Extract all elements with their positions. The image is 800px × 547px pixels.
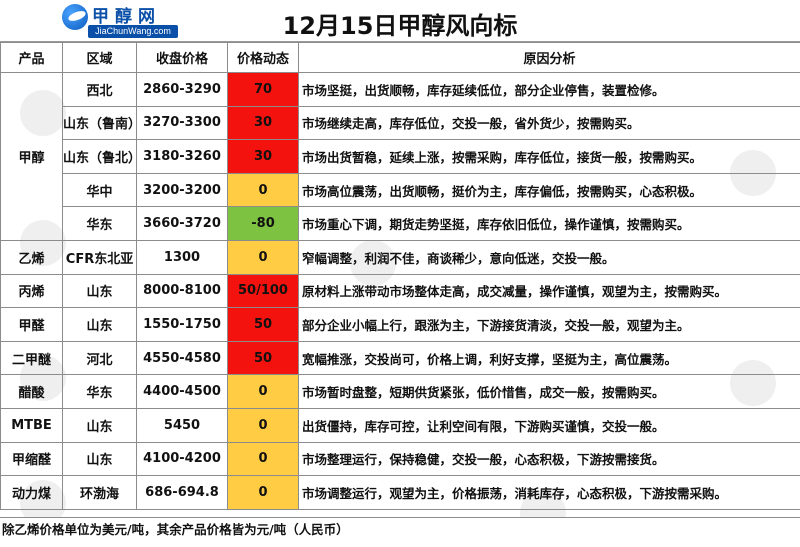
reason-cell: 市场出货暂稳，延续上涨，按需采购，库存低位，接货一般，按需购买。 [298,139,800,174]
price-cell: 3200-3200 [136,172,228,208]
region-cell: 环渤海 [62,475,137,510]
table-row: 丙烯 山东 8000-8100 50/100 原材料上涨带动市场整体走高，成交减… [0,273,800,309]
change-cell: 0 [227,374,299,409]
price-cell: 4100-4200 [136,441,228,477]
region-cell: 山东（鲁北） [62,139,137,174]
product-cell: 动力煤 [0,475,63,510]
product-cell: MTBE [0,407,63,443]
price-cell: 5450 [136,407,228,443]
reason-cell: 宽幅推涨，交投尚可，价格上调，利好支撑，坚挺为主，高位震荡。 [298,340,800,376]
reason-cell: 原材料上涨带动市场整体走高，成交减量，操作谨慎，观望为主，按需购买。 [298,273,800,309]
table-row: 华中 3200-3200 0 市场高位震荡，出货顺畅，挺价为主，库存偏低，按需购… [1,172,800,208]
table-row: 甲醛 山东 1550-1750 50 部分企业小幅上行，跟涨为主，下游接货清淡，… [0,307,800,342]
reason-cell: 市场重心下调，期货走势坚挺，库存依旧低位，操作谨慎，按需购买。 [298,206,800,241]
column-header-reason: 原因分析 [298,42,800,73]
reason-cell: 市场坚挺，出货顺畅，库存延续低位，部分企业停售，装置检修。 [298,72,800,107]
table-row: 甲缩醛 山东 4100-4200 0 市场整理运行，保持稳健，交投一般，心态积极… [0,441,800,477]
product-cell: 甲缩醛 [0,441,63,477]
change-cell: 30 [227,139,299,174]
region-cell: 华东 [62,374,137,409]
price-cell: 4550-4580 [136,340,228,376]
price-cell: 4400-4500 [136,374,228,409]
reason-cell: 市场继续走高，库存低位，交投一般，省外货少，按需购买。 [298,105,800,141]
price-cell: 3660-3720 [136,206,228,241]
reason-cell: 出货僵持，库存可控，让利空间有限，下游购买谨慎，交投一般。 [298,407,800,443]
table-row: 乙烯 CFR东北亚 1300 0 窄幅调整，利润不佳，商谈稀少，意向低迷，交投一… [0,239,800,275]
table-row: 动力煤 环渤海 686-694.8 0 市场调整运行，观望为主，价格振荡，消耗库… [0,475,800,510]
price-cell: 686-694.8 [136,475,228,510]
change-cell: 50 [227,307,299,342]
reason-cell: 市场暂时盘整，短期供货紧张，低价惜售，成交一般，按需购买。 [298,374,800,409]
column-header-price: 收盘价格 [136,42,228,73]
reason-cell: 市场整理运行，保持稳健，交投一般，心态积极，下游按需接货。 [298,441,800,477]
change-cell: 0 [227,441,299,477]
region-cell: 山东 [62,307,137,342]
table-header-row: 产品 区域 收盘价格 价格动态 原因分析 [0,42,800,73]
region-cell: 山东 [62,441,137,477]
price-cell: 2860-3290 [136,72,228,107]
page-title: 12月15日甲醇风向标 [282,12,518,40]
unit-footnote: 除乙烯价格单位为美元/吨，其余产品价格皆为元/吨（人民币） [0,517,800,547]
change-cell: 50 [227,340,299,376]
page-header: 甲醇网 JiaChunWang.com 12月15日甲醇风向标 [0,0,800,42]
product-cell: 乙烯 [0,239,63,275]
table-row: 华东 3660-3720 -80 市场重心下调，期货走势坚挺，库存依旧低位，操作… [1,206,800,241]
change-cell: 0 [227,239,299,275]
price-cell: 8000-8100 [136,273,228,309]
change-cell: 50/100 [227,273,299,309]
change-cell: 0 [227,475,299,510]
region-cell: 山东 [62,273,137,309]
price-cell: 3180-3260 [136,139,228,174]
region-cell: 山东（鲁南） [62,105,137,141]
price-cell: 1550-1750 [136,307,228,342]
product-cell: 丙烯 [0,273,63,309]
column-header-product: 产品 [0,42,63,73]
change-cell: 0 [227,172,299,208]
change-cell: 30 [227,105,299,141]
region-cell: 西北 [62,72,137,107]
reason-cell: 窄幅调整，利润不佳，商谈稀少，意向低迷，交投一般。 [298,239,800,275]
table-row: 醋酸 华东 4400-4500 0 市场暂时盘整，短期供货紧张，低价惜售，成交一… [0,374,800,409]
product-cell: 甲醛 [0,307,63,342]
region-cell: CFR东北亚 [62,239,137,275]
region-cell: 河北 [62,340,137,376]
region-cell: 华中 [62,172,137,208]
table-row: 山东（鲁南） 3270-3300 30 市场继续走高，库存低位，交投一般，省外货… [1,105,800,141]
column-header-region: 区域 [62,42,137,73]
table-row: 山东（鲁北） 3180-3260 30 市场出货暂稳，延续上涨，按需采购，库存低… [1,139,800,174]
table-row: MTBE 山东 5450 0 出货僵持，库存可控，让利空间有限，下游购买谨慎，交… [0,407,800,443]
region-cell: 山东 [62,407,137,443]
reason-cell: 市场调整运行，观望为主，价格振荡，消耗库存，心态积极，下游按需采购。 [298,475,800,510]
region-cell: 华东 [62,206,137,241]
change-cell: 70 [227,72,299,107]
change-cell: 0 [227,407,299,443]
reason-cell: 部分企业小幅上行，跟涨为主，下游接货清淡，交投一般，观望为主。 [298,307,800,342]
price-cell: 3270-3300 [136,105,228,141]
product-cell: 甲醇 [0,72,63,241]
table-row: 二甲醚 河北 4550-4580 50 宽幅推涨，交投尚可，价格上调，利好支撑，… [0,340,800,376]
change-cell: -80 [227,206,299,241]
table-row: 甲醇 西北 2860-3290 70 市场坚挺，出货顺畅，库存延续低位，部分企业… [0,72,800,241]
reason-cell: 市场高位震荡，出货顺畅，挺价为主，库存偏低，按需购买，心态积极。 [298,172,800,208]
column-header-change: 价格动态 [227,42,299,73]
product-cell: 醋酸 [0,374,63,409]
product-cell: 二甲醚 [0,340,63,376]
price-table: 产品 区域 收盘价格 价格动态 原因分析 甲醇 西北 2860-3290 70 … [0,42,800,510]
price-cell: 1300 [136,239,228,275]
